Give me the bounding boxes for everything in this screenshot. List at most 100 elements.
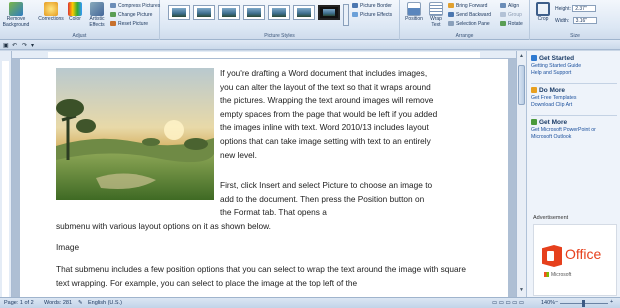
divider [531,83,617,84]
quick-access-toolbar: ▣ ↶ ↷ ▾ [0,40,620,50]
plus-icon [531,119,537,125]
gallery-scroll-arrows[interactable] [343,4,349,26]
customize-toolbar-icon[interactable]: ▾ [31,42,34,49]
vertical-ruler[interactable] [0,51,12,297]
align-icon [500,3,506,8]
language-indicator[interactable]: English (U.S.) [88,300,122,306]
picture-style-thumb[interactable] [218,5,240,20]
arrange-group-label: Arrange [455,33,474,39]
picture-effects-icon [352,12,358,17]
selection-pane-icon [448,21,454,26]
undo-icon[interactable]: ↶ [12,42,17,49]
zoom-out-icon[interactable]: − [555,299,558,305]
artistic-effects-button[interactable]: Artistic Effects [86,2,108,28]
picture-effects-button[interactable]: Picture Effects [352,12,392,18]
page-count[interactable]: Page: 1 of 2 [4,300,34,306]
word-count[interactable]: Words: 281 [44,300,72,306]
zoom-level[interactable]: 140% [541,300,555,306]
task-pane: Get Started Getting Started Guide Help a… [526,51,620,297]
width-label: Width: [555,17,570,24]
getting-started-guide-link[interactable]: Getting Started Guide [531,63,619,70]
reset-picture-button[interactable]: Reset Picture [110,21,148,27]
scroll-down-icon[interactable]: ▼ [518,287,525,294]
position-button[interactable]: Position [403,2,425,23]
get-powerpoint-outlook-link[interactable]: Get Microsoft PowerPoint or Microsoft Ou… [531,127,615,141]
redo-icon[interactable]: ↷ [22,42,27,49]
height-input[interactable]: 2.37" [572,5,597,12]
divider [531,115,617,116]
picture-style-thumb[interactable] [293,5,315,20]
horizontal-ruler[interactable] [12,51,516,59]
picture-style-thumb[interactable] [268,5,290,20]
rotate-button[interactable]: Rotate [500,21,523,27]
adjust-group-label: Adjust [72,33,87,39]
arrange-group: Position Wrap Text Bring Forward Send Ba… [400,0,530,40]
corrections-button[interactable]: Corrections [36,2,66,23]
crop-button[interactable]: Crop [534,2,552,23]
remove-background-icon [9,2,23,16]
document-page[interactable]: If you're drafting a Word document that … [20,59,508,297]
remove-background-button[interactable]: Remove Background [1,2,31,28]
adjust-group: Remove Background Corrections Color Arti… [0,0,160,40]
zoom-slider-knob[interactable] [582,300,585,307]
get-more-section: Get More Get Microsoft PowerPoint or Mic… [531,119,619,141]
office-logo-icon [542,245,562,267]
picture-style-thumb[interactable] [168,5,190,20]
save-icon[interactable]: ▣ [3,42,9,49]
compress-pictures-button[interactable]: Compress Pictures [110,3,160,9]
scroll-thumb[interactable] [518,65,525,105]
group-button[interactable]: Group [500,12,522,18]
bring-forward-button[interactable]: Bring Forward [448,3,487,9]
zoom-in-icon[interactable]: + [610,299,613,305]
picture-style-thumb[interactable] [318,5,340,20]
free-templates-link[interactable]: Get Free Templates [531,95,619,102]
size-group: Crop Height: 2.37" Width: 3.16" Size [530,0,620,40]
view-buttons[interactable]: ▭ ▭ ▭ ▭ ▭ [492,300,524,306]
get-started-section: Get Started Getting Started Guide Help a… [531,55,619,77]
scroll-up-icon[interactable]: ▲ [518,53,525,60]
size-group-label: Size [570,33,580,39]
compress-icon [110,3,116,8]
paragraph-2-wrapped: First, click Insert and select Picture t… [220,180,433,218]
height-spinner: Height: 2.37" [555,5,597,12]
reset-picture-icon [110,21,116,26]
download-clip-art-link[interactable]: Download Clip Art [531,102,619,109]
width-spinner: Width: 3.16" [555,17,597,24]
align-button[interactable]: Align [500,3,519,9]
zoom-slider[interactable] [560,300,608,307]
vertical-scrollbar[interactable]: ▲ ▼ [516,51,526,297]
help-and-support-link[interactable]: Help and Support [531,70,619,77]
change-picture-icon [110,12,116,17]
microsoft-logo-icon [544,272,549,277]
info-icon [531,55,537,61]
proofing-icon[interactable]: ✎ [78,300,83,306]
color-button[interactable]: Color [66,2,84,23]
advertisement-label: Advertisement [533,215,569,221]
office-advertisement[interactable]: Office Microsoft [533,224,617,296]
height-label: Height: [555,5,571,12]
picture-style-thumb[interactable] [243,5,265,20]
microsoft-brand: Microsoft [544,272,571,278]
paragraph-2-continued: submenu with various layout options on i… [56,221,271,231]
paragraph-3: That submenu includes a few position opt… [56,264,467,288]
picture-styles-group: Picture Border Picture Effects Picture S… [160,0,400,40]
crop-icon [536,2,550,16]
picture-style-thumb[interactable] [193,5,215,20]
change-picture-button[interactable]: Change Picture [110,12,152,18]
artistic-effects-icon [90,2,104,16]
document-area: If you're drafting a Word document that … [12,59,516,297]
paragraph-1: If you're drafting a Word document that … [220,68,438,160]
ribbon: Remove Background Corrections Color Arti… [0,0,620,40]
selection-pane-button[interactable]: Selection Pane [448,21,490,27]
inserted-image[interactable] [56,68,214,200]
get-started-title: Get Started [539,55,575,62]
star-icon [531,87,537,93]
width-input[interactable]: 3.16" [572,17,597,24]
picture-border-button[interactable]: Picture Border [352,3,392,9]
wrap-text-button[interactable]: Wrap Text [426,2,446,28]
send-backward-button[interactable]: Send Backward [448,12,491,18]
do-more-title: Do More [539,87,565,94]
picture-border-icon [352,3,358,8]
picture-styles-group-label: Picture Styles [264,33,295,39]
group-icon [500,12,506,17]
